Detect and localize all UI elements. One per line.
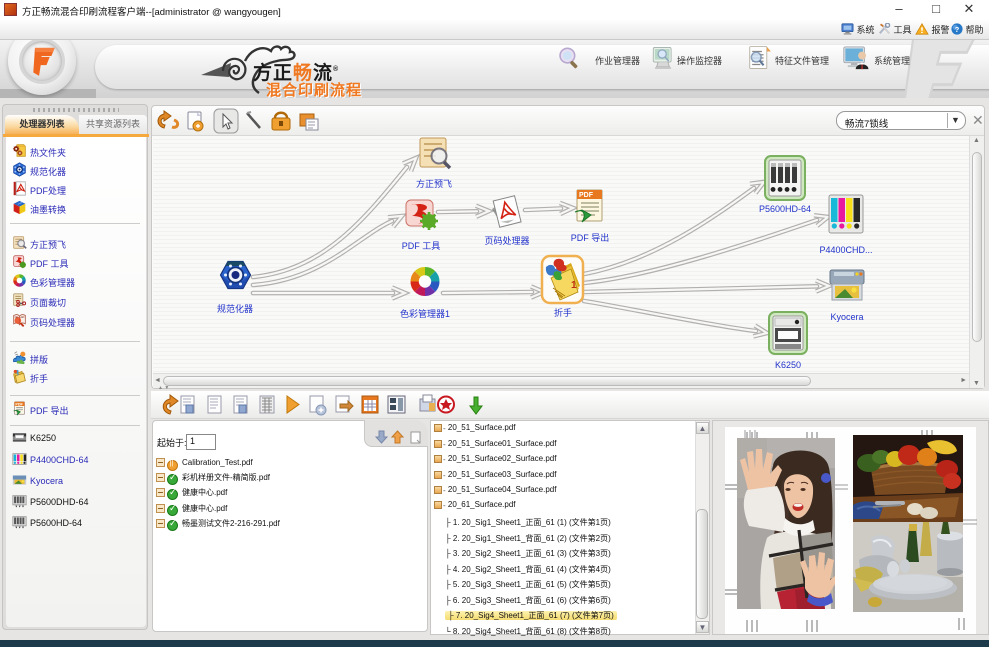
svg-text:规范化器: 规范化器 bbox=[217, 303, 253, 314]
svg-text:色彩管理器1: 色彩管理器1 bbox=[400, 308, 450, 319]
svg-text:PDF: PDF bbox=[15, 403, 23, 407]
svg-text:PDF 导出: PDF 导出 bbox=[571, 232, 610, 243]
svg-text:P5600HD-64: P5600HD-64 bbox=[759, 204, 811, 214]
svg-text:折手: 折手 bbox=[554, 307, 572, 318]
svg-text:PDF 工具: PDF 工具 bbox=[402, 241, 441, 251]
svg-text:PDF: PDF bbox=[579, 192, 594, 199]
svg-text:P4400CHD...: P4400CHD... bbox=[819, 245, 872, 255]
svg-text:K6250: K6250 bbox=[775, 360, 801, 370]
svg-text:Kyocera: Kyocera bbox=[830, 312, 863, 322]
svg-text:?: ? bbox=[955, 25, 960, 34]
svg-text:1: 1 bbox=[571, 280, 577, 291]
svg-text:页码处理器: 页码处理器 bbox=[484, 235, 529, 246]
svg-text:方正预飞: 方正预飞 bbox=[416, 178, 452, 189]
